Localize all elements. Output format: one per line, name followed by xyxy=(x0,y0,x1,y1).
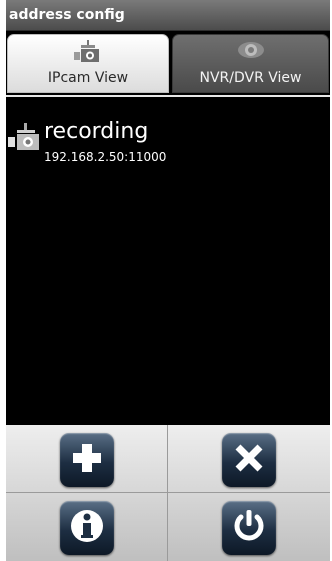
power-button[interactable] xyxy=(222,501,276,555)
info-cell xyxy=(6,493,168,561)
power-cell xyxy=(168,493,330,561)
list-item[interactable]: recording 192.168.2.50:11000 xyxy=(6,119,330,171)
ip-camera-icon xyxy=(74,40,102,68)
bottom-toolbar xyxy=(6,425,330,561)
eye-icon xyxy=(236,40,266,64)
tab-nvr-dvr-label: NVR/DVR View xyxy=(199,70,302,86)
close-icon xyxy=(233,442,265,478)
tab-nvr-dvr-view[interactable]: NVR/DVR View xyxy=(172,34,329,93)
info-button[interactable] xyxy=(59,501,114,555)
add-button[interactable] xyxy=(59,433,114,487)
info-icon xyxy=(69,508,105,548)
ip-camera-icon xyxy=(8,123,42,157)
window-title: address config xyxy=(9,7,125,23)
delete-cell xyxy=(168,425,330,493)
tab-ipcam-view[interactable]: IPcam View xyxy=(7,34,169,93)
device-list[interactable]: recording 192.168.2.50:11000 xyxy=(6,97,330,425)
tab-bar: IPcam View NVR/DVR View xyxy=(6,31,330,95)
add-cell xyxy=(6,425,168,493)
tab-ipcam-label: IPcam View xyxy=(47,70,129,86)
app-window: address config IPcam View NVR/DVR View r… xyxy=(6,0,330,561)
title-bar: address config xyxy=(6,0,330,31)
power-icon xyxy=(231,508,267,548)
delete-button[interactable] xyxy=(222,433,276,487)
screen: address config IPcam View NVR/DVR View r… xyxy=(0,0,332,561)
device-address: 192.168.2.50:11000 xyxy=(44,150,167,164)
plus-icon xyxy=(71,442,103,478)
device-name: recording xyxy=(44,119,149,144)
